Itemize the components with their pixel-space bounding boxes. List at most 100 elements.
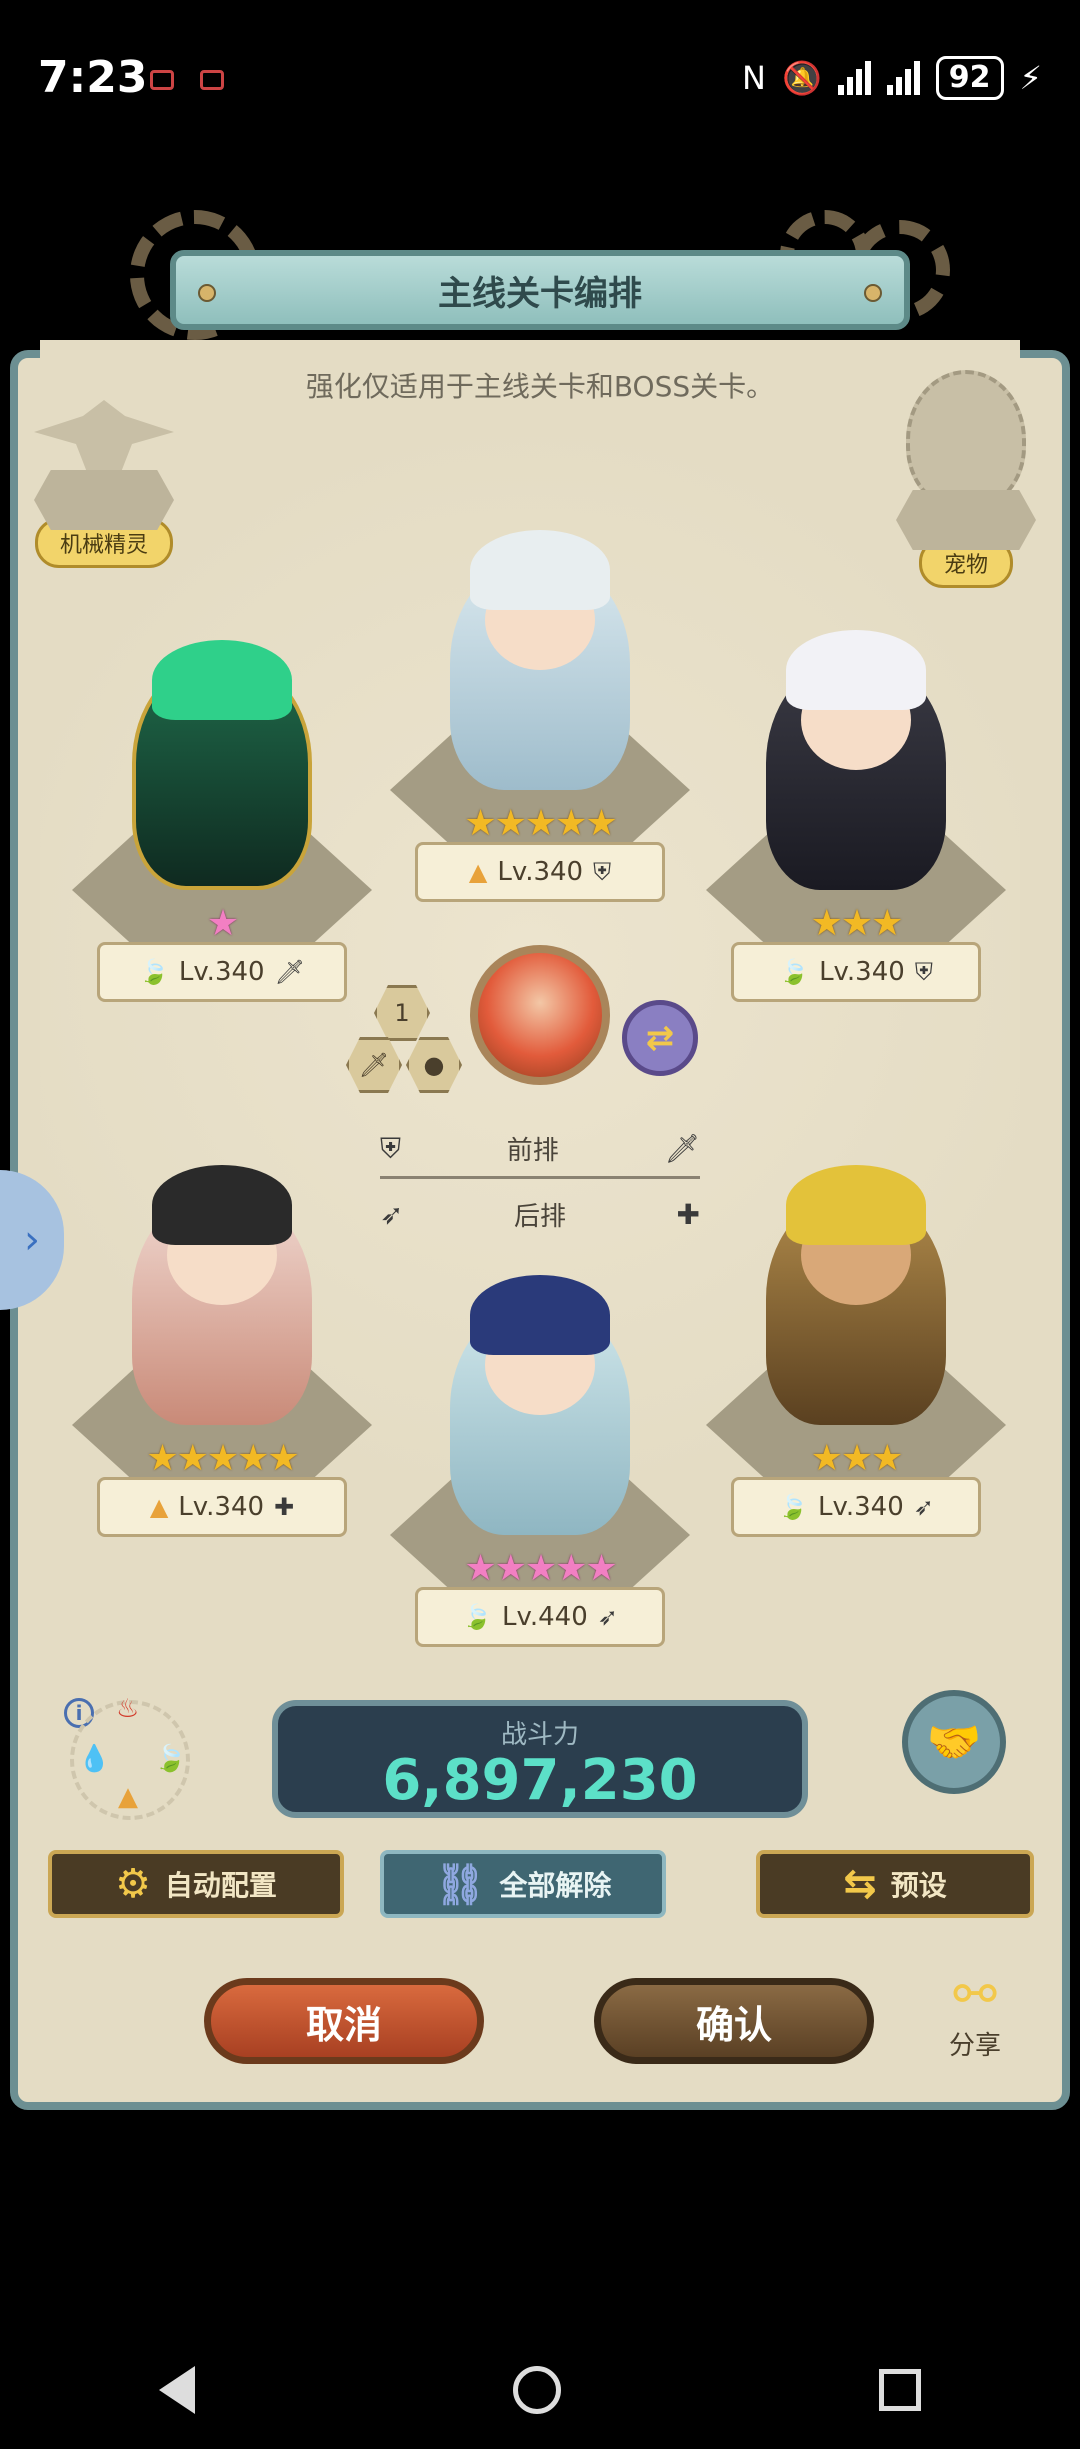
- water-element-icon: 💧: [78, 1744, 111, 1774]
- hero-stars: ★★★★★: [464, 803, 617, 844]
- hero-level-box: ▲ Lv.340 ⛨: [415, 842, 665, 902]
- fire-element-icon: ♨: [116, 1694, 140, 1724]
- hero-hair: [786, 630, 926, 710]
- hero-stars: ★★★★★: [146, 1438, 299, 1479]
- hero-stars: ★★★★★: [464, 1548, 617, 1589]
- legend-divider: [380, 1176, 700, 1179]
- auto-config-button[interactable]: ⚙ 自动配置: [48, 1850, 344, 1918]
- hero-slot-back-right[interactable]: ★★★ 🍃 Lv.340 ➶: [706, 1165, 1006, 1555]
- recent-apps-icon[interactable]: [879, 2368, 921, 2411]
- swap-leader-icon[interactable]: ⇄: [622, 1000, 698, 1076]
- battery-icon: 92: [935, 56, 1004, 100]
- slot-platform: [34, 470, 174, 530]
- shield-role-icon: ⛨: [593, 858, 612, 886]
- hero-level: Lv.340: [497, 857, 584, 887]
- heal-role-icon: ✚: [274, 1493, 295, 1521]
- bow-role-icon: ➶: [913, 1493, 934, 1521]
- combat-power-label: 战斗力: [500, 1720, 579, 1750]
- heal-role-icon: ✚: [676, 1198, 700, 1231]
- leader-rank-badge: 1: [374, 985, 430, 1041]
- hero-slot-front-center[interactable]: ★★★★★ ▲ Lv.340 ⛨: [390, 530, 690, 920]
- back-row-legend: ➶ 后排 ✚: [380, 1196, 700, 1233]
- hero-hair: [470, 1275, 610, 1355]
- hero-hair: [470, 530, 610, 610]
- status-icons: N 🔕 92 ⚡: [742, 56, 1042, 100]
- preset-label: 预设: [890, 1869, 947, 1902]
- hero-level: Lv.340: [178, 957, 265, 987]
- hero-level: Lv.340: [819, 957, 905, 987]
- unlink-icon: ⛓: [434, 1861, 486, 1908]
- hero-level-box: 🍃 Lv.340 ➶: [731, 1477, 981, 1537]
- back-icon[interactable]: [159, 2365, 195, 2414]
- mech-spirit-slot[interactable]: 机械精灵: [34, 400, 174, 568]
- dialog-title: 主线关卡编排: [438, 273, 642, 314]
- element-wheel[interactable]: ♨ 🍃 ▲ 💧: [70, 1694, 190, 1820]
- charging-icon: ⚡: [1019, 59, 1042, 97]
- preset-button[interactable]: ⇆ 预设: [756, 1850, 1034, 1918]
- hero-slot-back-center[interactable]: ★★★★★ 🍃 Lv.440 ➶: [390, 1275, 690, 1665]
- front-row-legend: ⛨ 前排 🗡: [380, 1130, 700, 1167]
- orb-icon: ●: [406, 1037, 462, 1093]
- home-icon[interactable]: [513, 2365, 561, 2414]
- hero-headdress: [786, 1165, 926, 1245]
- share-icon: ⚯: [953, 1965, 997, 2025]
- rivet-icon: [864, 284, 882, 302]
- hero-level-box: 🍃 Lv.440 ➶: [415, 1587, 665, 1647]
- bow-role-icon: ➶: [597, 1603, 618, 1631]
- slot-platform: [896, 490, 1036, 550]
- hero-hair: [152, 1165, 292, 1245]
- back-row-label: 后排: [513, 1202, 566, 1232]
- handshake-icon[interactable]: 🤝: [902, 1690, 1006, 1794]
- signal-icon: [886, 61, 920, 95]
- bow-role-icon: ➶: [380, 1198, 404, 1231]
- mute-icon: 🔕: [781, 59, 822, 97]
- earth-element-icon: ▲: [149, 1493, 169, 1521]
- sword-role-icon: 🗡: [274, 958, 306, 986]
- nfc-icon: N: [742, 59, 766, 97]
- mech-spirit-placeholder-icon: [34, 400, 174, 480]
- hero-slot-front-right[interactable]: ★★★ 🍃 Lv.340 ⛨: [706, 630, 1006, 1020]
- wind-element-icon: 🍃: [779, 958, 810, 986]
- swap-arrows-icon: ⇆: [843, 1861, 877, 1907]
- rivet-icon: [198, 284, 216, 302]
- hero-level: Lv.440: [502, 1602, 588, 1632]
- hero-level-box: 🍃 Lv.340 🗡: [97, 942, 347, 1002]
- cancel-button[interactable]: 取消: [204, 1978, 484, 2064]
- title-banner: 主线关卡编排: [170, 250, 910, 330]
- front-row-label: 前排: [506, 1136, 559, 1166]
- pet-placeholder-icon: [906, 370, 1026, 510]
- earth-element-icon: ▲: [118, 1782, 138, 1812]
- notification-icon: [150, 70, 174, 90]
- hero-slot-back-left[interactable]: ★★★★★ ▲ Lv.340 ✚: [72, 1165, 372, 1555]
- clear-all-button[interactable]: ⛓ 全部解除: [380, 1850, 666, 1918]
- auto-config-label: 自动配置: [164, 1869, 277, 1902]
- hero-slot-front-left[interactable]: ★ 🍃 Lv.340 🗡: [72, 640, 372, 1020]
- sword-role-icon: 🗡: [664, 1132, 700, 1165]
- hero-stars: ★: [206, 903, 239, 944]
- notification-icon: [200, 70, 224, 90]
- wind-element-icon: 🍃: [778, 1493, 809, 1521]
- status-time: 7:23: [38, 52, 148, 103]
- shield-role-icon: ⛨: [914, 958, 933, 986]
- share-button[interactable]: ⚯ 分享: [930, 1965, 1020, 2062]
- signal-icon: [837, 61, 871, 95]
- hero-helmet: [152, 640, 292, 720]
- wind-element-icon: 🍃: [462, 1603, 493, 1631]
- hero-level: Lv.340: [818, 1492, 904, 1522]
- confirm-button[interactable]: 确认: [594, 1978, 874, 2064]
- leader-portrait[interactable]: [470, 945, 610, 1085]
- hero-level-box: ▲ Lv.340 ✚: [97, 1477, 347, 1537]
- system-nav-bar: [0, 2330, 1080, 2449]
- status-bar: 7:23 N 🔕 92 ⚡: [0, 0, 1080, 160]
- chevron-right-icon: ›: [24, 1217, 40, 1263]
- gear-icon: ⚙: [115, 1861, 151, 1907]
- clear-all-label: 全部解除: [499, 1869, 612, 1902]
- hero-level: Lv.340: [178, 1492, 265, 1522]
- share-label: 分享: [948, 2031, 1001, 2061]
- wind-element-icon: 🍃: [154, 1744, 187, 1774]
- shield-role-icon: ⛨: [380, 1131, 402, 1165]
- wind-element-icon: 🍃: [138, 958, 169, 986]
- pet-slot[interactable]: 宠物: [896, 370, 1036, 588]
- sword-role-icon: 🗡: [346, 1037, 402, 1093]
- leader-hub: 1 🗡 ● ⇄: [340, 945, 740, 1145]
